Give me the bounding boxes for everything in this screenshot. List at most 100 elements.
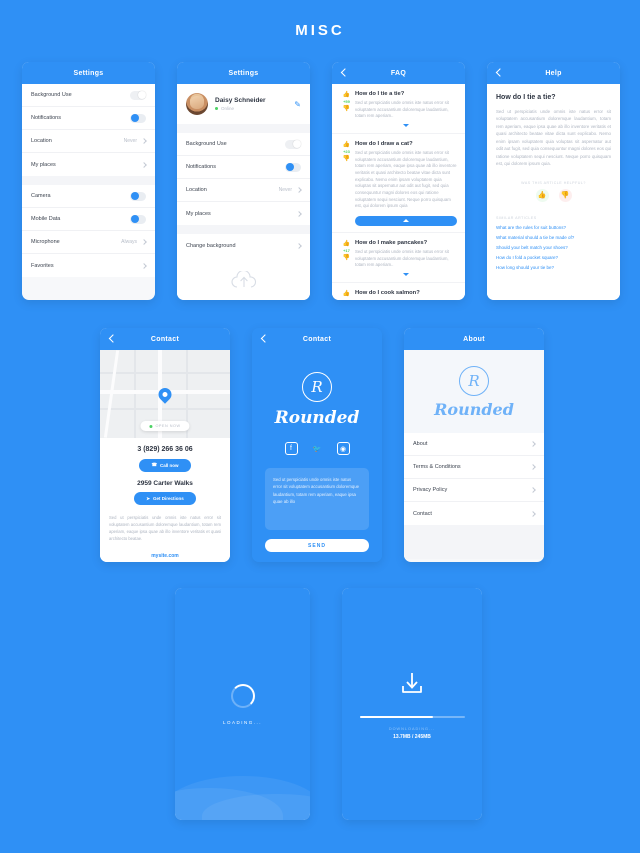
thumbs-down-icon[interactable]: 👎 bbox=[558, 188, 572, 202]
screen-contact-form: Contact R Rounded f 🐦 ◉ Sed ut perspicia… bbox=[252, 328, 382, 562]
topbar-settings-basic: Settings bbox=[22, 62, 155, 84]
thumbs-up-icon[interactable]: 👍 bbox=[535, 188, 549, 202]
back-arrow-icon[interactable] bbox=[260, 336, 267, 343]
faq-vote-group[interactable]: 👍 bbox=[340, 290, 353, 299]
instagram-icon[interactable]: ◉ bbox=[336, 442, 350, 455]
back-arrow-icon[interactable] bbox=[495, 70, 502, 77]
about-item-terms[interactable]: Terms & Conditions bbox=[404, 456, 544, 479]
faq-item[interactable]: 👍 +59 👎 How do I tie a tie? Sed ut persp… bbox=[332, 84, 465, 134]
faq-item[interactable]: 👍 How do I cook salmon? bbox=[332, 283, 465, 300]
message-textarea[interactable]: Sed ut perspiciatis unde omnis iste natu… bbox=[265, 468, 369, 530]
settings-row-location[interactable]: Location Never bbox=[22, 130, 155, 153]
faq-answer: Sed ut perspiciatis unde omnis iste natu… bbox=[355, 248, 449, 268]
thumbs-down-icon[interactable]: 👎 bbox=[340, 254, 353, 262]
back-arrow-icon[interactable] bbox=[340, 70, 347, 77]
settings-row-my-places[interactable]: My places bbox=[22, 153, 155, 176]
similar-article-link[interactable]: How do I fold a pocket square? bbox=[496, 255, 611, 260]
navigation-icon: ➤ bbox=[146, 495, 150, 501]
brand-name: Rounded bbox=[434, 400, 514, 419]
chevron-right-icon bbox=[296, 242, 302, 249]
settings-row-notifications[interactable]: Notifications bbox=[177, 156, 310, 179]
profile-info: Daisy Schneider Online bbox=[215, 97, 294, 111]
faq-item[interactable]: 👍 +17 👎 How do I make pancakes? Sed ut p… bbox=[332, 233, 465, 283]
profile-name: Daisy Schneider bbox=[215, 97, 266, 104]
similar-article-link[interactable]: Should your belt match your shoes? bbox=[496, 245, 611, 250]
faq-list: 👍 +59 👎 How do I tie a tie? Sed ut persp… bbox=[332, 84, 465, 300]
chevron-right-icon bbox=[296, 187, 302, 193]
chevron-down-icon[interactable] bbox=[403, 272, 409, 276]
similar-articles-heading: SIMILAR ARTICLES bbox=[496, 215, 537, 220]
chevron-right-icon bbox=[141, 161, 147, 168]
settings-row-background-use[interactable]: Background Use bbox=[22, 84, 155, 107]
settings-group-two: Camera Mobile Data Microphone Always Fav… bbox=[22, 185, 155, 277]
similar-article-link[interactable]: How long should your tie be? bbox=[496, 265, 611, 270]
row-value: Never bbox=[123, 138, 137, 144]
profile-header[interactable]: Daisy Schneider Online ✎ bbox=[177, 84, 310, 124]
call-now-button[interactable]: ☎ Call now bbox=[139, 458, 191, 472]
row-label: My places bbox=[186, 210, 211, 217]
settings-row-location[interactable]: Location Never bbox=[177, 179, 310, 202]
faq-item[interactable]: 👍 +23 👎 How do I draw a cat? Sed ut pers… bbox=[332, 134, 465, 233]
help-heading: How do I tie a tie? bbox=[496, 94, 556, 101]
row-label: About bbox=[413, 441, 428, 447]
topbar-title: Help bbox=[545, 69, 562, 77]
settings-row-notifications[interactable]: Notifications bbox=[22, 107, 155, 130]
settings-row-change-background[interactable]: Change background bbox=[177, 234, 310, 257]
thumbs-up-icon[interactable]: 👍 bbox=[340, 141, 353, 149]
faq-answer: Sed ut perspiciatis unde omnis iste natu… bbox=[355, 100, 449, 119]
toggle-notifications[interactable] bbox=[285, 162, 301, 172]
row-label: Location bbox=[31, 138, 52, 144]
toggle-background-use[interactable] bbox=[130, 90, 146, 100]
thumbs-up-icon[interactable]: 👍 bbox=[340, 240, 353, 248]
settings-row-mobile-data[interactable]: Mobile Data bbox=[22, 208, 155, 231]
website-link[interactable]: mysite.com bbox=[109, 553, 221, 559]
topbar-title: About bbox=[463, 335, 485, 343]
chevron-right-icon bbox=[530, 487, 536, 493]
screen-settings-profile: Settings Daisy Schneider Online ✎ Backgr… bbox=[177, 62, 310, 300]
faq-vote-group[interactable]: 👍 +17 👎 bbox=[340, 240, 353, 276]
thumbs-up-icon[interactable]: 👍 bbox=[340, 91, 353, 99]
toggle-notifications[interactable] bbox=[130, 113, 146, 123]
toggle-background-use[interactable] bbox=[285, 139, 301, 149]
topbar-title: Contact bbox=[150, 335, 180, 343]
download-size: 13.7MB / 245MB bbox=[393, 734, 431, 740]
row-label: Contact bbox=[413, 510, 432, 517]
row-label: Change background bbox=[186, 242, 236, 249]
chevron-down-icon[interactable] bbox=[403, 123, 409, 127]
faq-question: How do I tie a tie? bbox=[355, 91, 405, 97]
toggle-mobile-data[interactable] bbox=[130, 214, 146, 224]
screen-contact-map: Contact OPEN NOW 3 (829) 266 36 06 ☎ Cal… bbox=[100, 328, 230, 562]
about-item-contact[interactable]: Contact bbox=[404, 502, 544, 525]
settings-row-my-places[interactable]: My places bbox=[177, 202, 310, 225]
faq-vote-group[interactable]: 👍 +59 👎 bbox=[340, 91, 353, 127]
settings-row-microphone[interactable]: Microphone Always bbox=[22, 231, 155, 254]
row-label: Camera bbox=[31, 193, 51, 199]
send-button[interactable]: SEND bbox=[265, 539, 369, 552]
row-label: Favorites bbox=[31, 262, 54, 269]
about-item-privacy[interactable]: Privacy Policy bbox=[404, 479, 544, 502]
topbar-title: Settings bbox=[228, 69, 259, 77]
thumbs-down-icon[interactable]: 👎 bbox=[340, 155, 353, 163]
facebook-icon[interactable]: f bbox=[284, 442, 298, 455]
screen-download: DOWNLOADING... 13.7MB / 245MB bbox=[342, 588, 482, 820]
faq-content: How do I cook salmon? bbox=[355, 290, 457, 299]
similar-article-link[interactable]: What are the rules for suit buttons? bbox=[496, 225, 611, 230]
settings-row-camera[interactable]: Camera bbox=[22, 185, 155, 208]
get-directions-button[interactable]: ➤ Get Directions bbox=[134, 492, 196, 505]
toggle-camera[interactable] bbox=[130, 191, 146, 201]
upload-dropzone[interactable]: UPLOAD AN IMAGE bbox=[177, 257, 310, 300]
about-item-about[interactable]: About bbox=[404, 433, 544, 456]
pencil-icon[interactable]: ✎ bbox=[294, 100, 301, 109]
screens-row-1: Settings Background Use Notifications Lo… bbox=[22, 62, 620, 300]
twitter-icon[interactable]: 🐦 bbox=[311, 442, 324, 455]
faq-collapse-button[interactable] bbox=[355, 215, 457, 226]
back-arrow-icon[interactable] bbox=[108, 336, 115, 343]
faq-vote-group[interactable]: 👍 +23 👎 bbox=[340, 141, 353, 226]
thumbs-up-icon[interactable]: 👍 bbox=[340, 290, 353, 298]
thumbs-down-icon[interactable]: 👎 bbox=[340, 105, 353, 113]
map-view[interactable]: OPEN NOW bbox=[100, 350, 230, 438]
similar-article-link[interactable]: What material should a tie be made of? bbox=[496, 235, 611, 240]
settings-row-favorites[interactable]: Favorites bbox=[22, 254, 155, 277]
topbar-help: Help bbox=[487, 62, 620, 84]
settings-row-background-use[interactable]: Background Use bbox=[177, 133, 310, 156]
